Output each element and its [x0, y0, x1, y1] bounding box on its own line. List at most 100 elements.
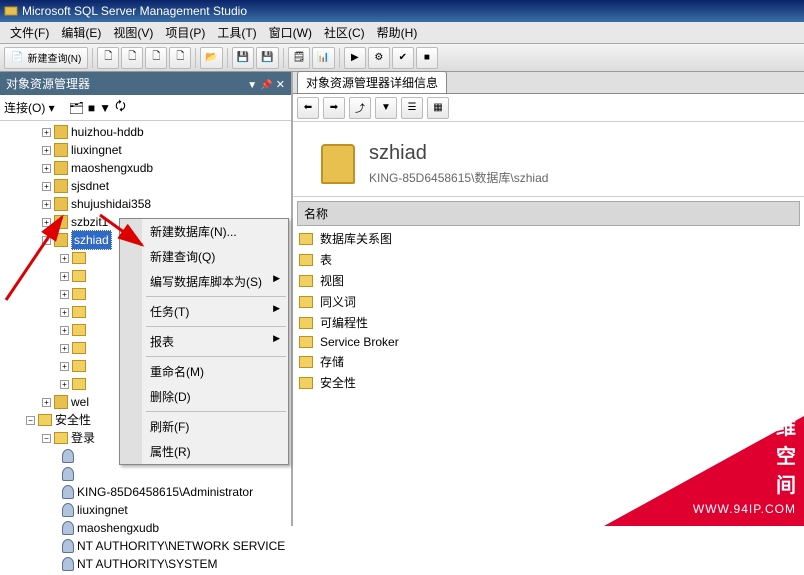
- collapse-icon[interactable]: −: [42, 236, 51, 245]
- tool-btn-saveall[interactable]: 💾: [256, 47, 278, 69]
- cm-reports[interactable]: 报表▶: [120, 329, 288, 354]
- tree-node[interactable]: +sjsdnet: [0, 177, 291, 195]
- expand-icon[interactable]: +: [60, 254, 69, 263]
- tree-node[interactable]: +shujushidai358: [0, 195, 291, 213]
- list-item[interactable]: 同义词: [299, 291, 798, 312]
- expand-icon[interactable]: +: [60, 290, 69, 299]
- ob-tool-4[interactable]: 🗘: [115, 97, 126, 118]
- expand-icon[interactable]: +: [60, 308, 69, 317]
- ob-tool-1[interactable]: 🗂: [69, 101, 84, 115]
- tab-detail[interactable]: 对象资源管理器详细信息: [297, 71, 447, 93]
- expand-icon[interactable]: +: [60, 362, 69, 371]
- cm-new-query[interactable]: 新建查询(Q): [120, 244, 288, 269]
- expand-icon[interactable]: +: [42, 200, 51, 209]
- new-query-icon: 📄: [11, 52, 23, 63]
- detail-forward-button[interactable]: ➡: [323, 97, 345, 119]
- list-item[interactable]: 可编程性: [299, 312, 798, 333]
- cm-delete[interactable]: 删除(D): [120, 384, 288, 409]
- pin-icon[interactable]: ▼ 📌: [247, 80, 272, 91]
- tool-btn-1[interactable]: 🗋: [97, 47, 119, 69]
- menu-window[interactable]: 窗口(W): [263, 22, 318, 43]
- tree-user[interactable]: liuxingnet: [0, 501, 291, 519]
- tool-btn-b[interactable]: 📊: [312, 47, 334, 69]
- tree-user[interactable]: NT AUTHORITY\SYSTEM: [0, 555, 291, 573]
- folder-icon: [72, 252, 86, 264]
- detail-list-button[interactable]: ☰: [401, 97, 423, 119]
- tree-node[interactable]: +maoshengxudb: [0, 159, 291, 177]
- tree-node[interactable]: +huizhou-hddb: [0, 123, 291, 141]
- tool-btn-save[interactable]: 💾: [232, 47, 254, 69]
- detail-up-button[interactable]: ⤴: [349, 97, 371, 119]
- folder-icon: [299, 377, 313, 389]
- list-item[interactable]: 数据库关系图: [299, 228, 798, 249]
- tool-btn-3[interactable]: 🗋: [145, 47, 167, 69]
- database-icon: [54, 179, 68, 193]
- expand-icon[interactable]: +: [60, 272, 69, 281]
- cm-rename[interactable]: 重命名(M): [120, 359, 288, 384]
- cm-script-as[interactable]: 编写数据库脚本为(S)▶: [120, 269, 288, 294]
- list-item[interactable]: 存储: [299, 351, 798, 372]
- tree-user[interactable]: NT AUTHORITY\NETWORK SERVICE: [0, 537, 291, 555]
- cm-refresh[interactable]: 刷新(F): [120, 414, 288, 439]
- menu-view[interactable]: 视图(V): [107, 22, 159, 43]
- menu-community[interactable]: 社区(C): [318, 22, 371, 43]
- connect-label[interactable]: 连接(O) ▾: [4, 99, 55, 116]
- expand-icon[interactable]: +: [60, 344, 69, 353]
- user-icon: [62, 557, 74, 571]
- menu-file[interactable]: 文件(F): [4, 22, 55, 43]
- cm-tasks[interactable]: 任务(T)▶: [120, 299, 288, 324]
- expand-icon[interactable]: +: [42, 398, 51, 407]
- folder-icon: [299, 254, 313, 266]
- folder-icon: [72, 342, 86, 354]
- menu-help[interactable]: 帮助(H): [371, 22, 424, 43]
- collapse-icon[interactable]: −: [42, 434, 51, 443]
- list-item[interactable]: Service Broker: [299, 333, 798, 351]
- list-item[interactable]: 表: [299, 249, 798, 270]
- detail-grid-button[interactable]: ▦: [427, 97, 449, 119]
- user-icon: [62, 485, 74, 499]
- list-item[interactable]: 安全性: [299, 372, 798, 393]
- ob-tool-3[interactable]: ▼: [99, 101, 111, 115]
- menu-tools[interactable]: 工具(T): [211, 22, 262, 43]
- tree-user[interactable]: KING-85D6458615\Administrator: [0, 483, 291, 501]
- detail-filter-button[interactable]: ▼: [375, 97, 397, 119]
- detail-back-button[interactable]: ⬅: [297, 97, 319, 119]
- tool-btn-4[interactable]: 🗋: [169, 47, 191, 69]
- menu-edit[interactable]: 编辑(E): [55, 22, 107, 43]
- new-query-button[interactable]: 📄 新建查询(N): [4, 47, 88, 69]
- tool-btn-open[interactable]: 📂: [200, 47, 222, 69]
- tool-btn-e[interactable]: ✔: [392, 47, 414, 69]
- tool-btn-f[interactable]: ■: [416, 47, 438, 69]
- cm-properties[interactable]: 属性(R): [120, 439, 288, 464]
- folder-icon: [54, 432, 68, 444]
- expand-icon[interactable]: +: [42, 128, 51, 137]
- detail-toolbar: ⬅ ➡ ⤴ ▼ ☰ ▦: [293, 94, 804, 122]
- menu-project[interactable]: 项目(P): [159, 22, 211, 43]
- collapse-icon[interactable]: −: [26, 416, 35, 425]
- toolbar-separator: [227, 48, 228, 68]
- expand-icon[interactable]: +: [42, 218, 51, 227]
- folder-icon: [72, 306, 86, 318]
- tree-user[interactable]: [0, 465, 291, 483]
- close-icon[interactable]: ✕: [276, 79, 285, 91]
- tree-node[interactable]: +liuxingnet: [0, 141, 291, 159]
- list-item[interactable]: 视图: [299, 270, 798, 291]
- tool-btn-c[interactable]: ▶: [344, 47, 366, 69]
- expand-icon[interactable]: +: [42, 182, 51, 191]
- toolbar-separator: [339, 48, 340, 68]
- tree-user[interactable]: maoshengxudb: [0, 519, 291, 537]
- ob-tool-2[interactable]: ■: [88, 101, 95, 115]
- toolbar-separator: [195, 48, 196, 68]
- cm-new-database[interactable]: 新建数据库(N)...: [120, 219, 288, 244]
- database-icon: [54, 395, 68, 409]
- toolbar-separator: [92, 48, 93, 68]
- tool-btn-d[interactable]: ⚙: [368, 47, 390, 69]
- expand-icon[interactable]: +: [42, 164, 51, 173]
- tool-btn-a[interactable]: 🗒: [288, 47, 311, 69]
- expand-icon[interactable]: +: [60, 380, 69, 389]
- expand-icon[interactable]: +: [60, 326, 69, 335]
- list-column-name[interactable]: 名称: [297, 201, 800, 226]
- database-icon: [54, 197, 68, 211]
- expand-icon[interactable]: +: [42, 146, 51, 155]
- tool-btn-2[interactable]: 🗋: [121, 47, 143, 69]
